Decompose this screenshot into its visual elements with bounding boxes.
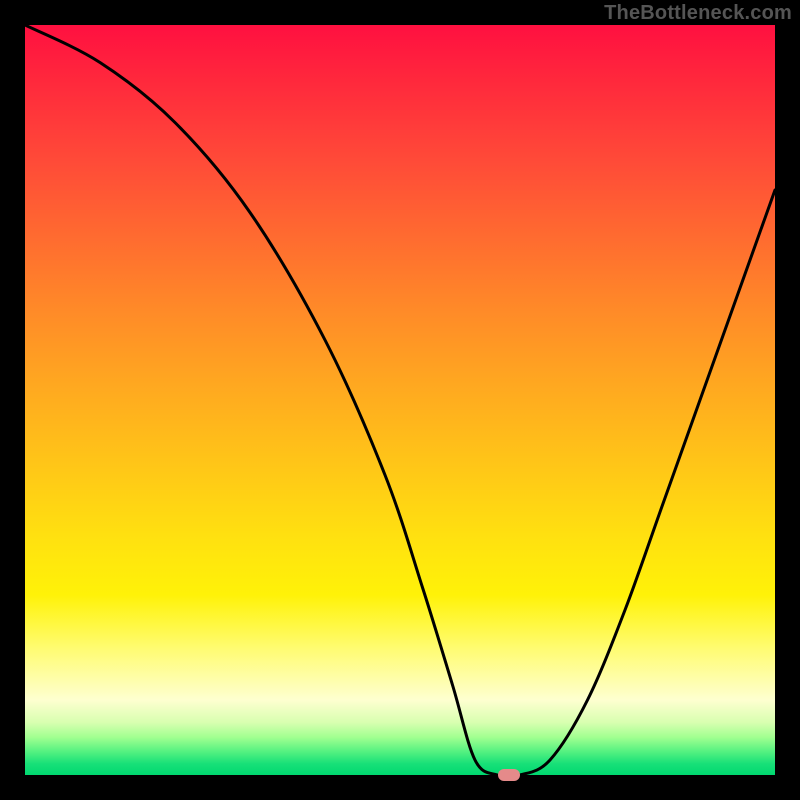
attribution-label: TheBottleneck.com — [604, 2, 792, 25]
optimal-marker — [498, 769, 520, 781]
curve-path — [25, 25, 775, 775]
bottleneck-curve — [25, 25, 775, 775]
plot-area — [25, 25, 775, 775]
chart-container: TheBottleneck.com — [0, 0, 800, 800]
